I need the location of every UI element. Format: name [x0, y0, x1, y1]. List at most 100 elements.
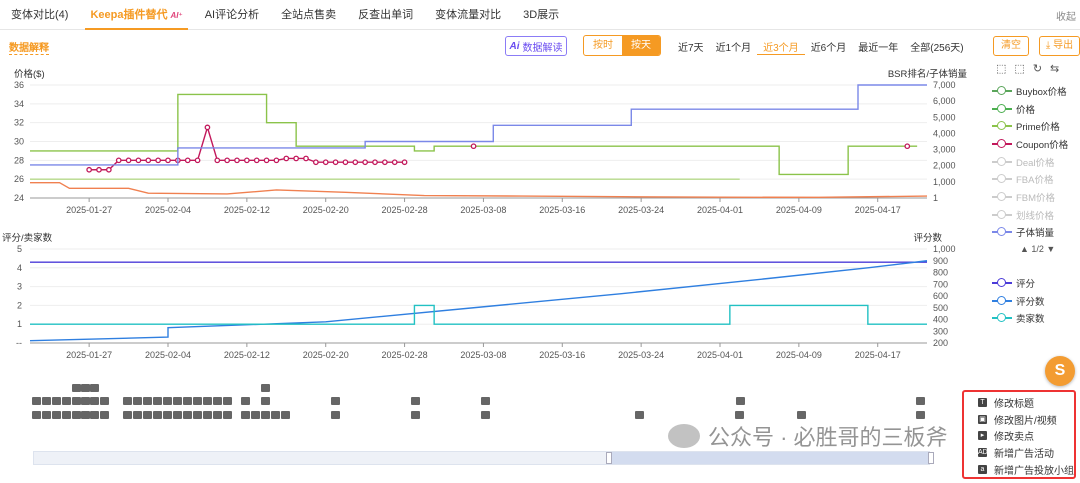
event-marker-icon[interactable]: [72, 411, 81, 419]
event-marker-icon[interactable]: [223, 397, 232, 405]
data-point[interactable]: [372, 159, 378, 166]
event-marker-icon[interactable]: [123, 397, 132, 405]
event-marker-icon[interactable]: [90, 397, 99, 405]
legend-item[interactable]: FBA价格: [992, 170, 1068, 188]
data-point[interactable]: [342, 159, 349, 166]
event-marker-icon[interactable]: [133, 397, 142, 405]
range-option[interactable]: 全部(256天): [904, 39, 969, 55]
event-marker-icon[interactable]: [241, 411, 250, 419]
data-point[interactable]: [106, 166, 112, 173]
granularity-option[interactable]: 按时: [584, 36, 622, 55]
event-marker-icon[interactable]: [193, 411, 202, 419]
event-marker-icon[interactable]: [635, 411, 644, 419]
event-marker-icon[interactable]: [203, 397, 212, 405]
event-marker-icon[interactable]: [271, 411, 280, 419]
data-point[interactable]: [165, 157, 171, 164]
event-type-item[interactable]: ▸ 修改卖点: [978, 428, 1074, 445]
event-marker-icon[interactable]: [52, 411, 61, 419]
legend-item[interactable]: Deal价格: [992, 153, 1068, 171]
event-marker-icon[interactable]: [261, 384, 270, 392]
event-marker-icon[interactable]: [100, 411, 109, 419]
event-marker-icon[interactable]: [32, 411, 41, 419]
crop-icon[interactable]: ⬚: [996, 62, 1006, 75]
event-marker-icon[interactable]: [153, 397, 162, 405]
data-point[interactable]: [234, 157, 240, 164]
event-marker-icon[interactable]: [90, 384, 99, 392]
event-marker-icon[interactable]: [411, 411, 420, 419]
event-marker-icon[interactable]: [163, 397, 172, 405]
range-option[interactable]: 最近一年: [852, 39, 904, 55]
event-marker-icon[interactable]: [100, 397, 109, 405]
event-marker-icon[interactable]: [213, 411, 222, 419]
time-scrollbar[interactable]: [33, 451, 934, 465]
event-marker-icon[interactable]: [72, 397, 81, 405]
legend-item[interactable]: 划线价格: [992, 206, 1068, 224]
data-point[interactable]: [86, 166, 92, 173]
event-marker-icon[interactable]: [163, 411, 172, 419]
scroll-handle-right[interactable]: [928, 452, 934, 464]
event-marker-icon[interactable]: [81, 397, 90, 405]
crop-icon[interactable]: ⬚: [1014, 62, 1024, 75]
legend-pager-text[interactable]: ▲ 1/2 ▼: [1020, 244, 1055, 254]
data-point[interactable]: [382, 159, 388, 166]
data-point[interactable]: [155, 157, 161, 164]
tab-2[interactable]: AI评论分析: [194, 0, 270, 30]
tab-4[interactable]: 反查出单词: [347, 0, 424, 30]
event-marker-icon[interactable]: [143, 411, 152, 419]
event-marker-icon[interactable]: [736, 397, 745, 405]
event-marker-icon[interactable]: [223, 411, 232, 419]
event-marker-icon[interactable]: [735, 411, 744, 419]
data-point[interactable]: [214, 157, 221, 164]
event-marker-icon[interactable]: [52, 397, 61, 405]
event-marker-icon[interactable]: [133, 411, 142, 419]
legend-item[interactable]: 卖家数: [992, 309, 1045, 327]
data-point[interactable]: [283, 155, 290, 162]
data-point[interactable]: [904, 143, 911, 150]
legend-item[interactable]: Prime价格: [992, 117, 1068, 135]
scroll-handle-left[interactable]: [606, 452, 612, 464]
event-marker-icon[interactable]: [261, 411, 270, 419]
tab-0[interactable]: 变体对比(4): [0, 0, 79, 30]
event-marker-icon[interactable]: [281, 411, 290, 419]
event-marker-icon[interactable]: [62, 397, 71, 405]
event-type-item[interactable]: T 修改标题: [978, 394, 1074, 411]
event-marker-icon[interactable]: [331, 397, 340, 405]
legend-item[interactable]: 评分数: [992, 292, 1045, 310]
event-marker-icon[interactable]: [143, 397, 152, 405]
data-point[interactable]: [362, 159, 368, 166]
event-marker-icon[interactable]: [213, 397, 222, 405]
floating-assistant-button[interactable]: S: [1045, 356, 1075, 386]
tab-5[interactable]: 变体流量对比: [424, 0, 512, 30]
event-marker-icon[interactable]: [193, 397, 202, 405]
data-point[interactable]: [184, 157, 191, 164]
clear-button[interactable]: 清空: [993, 36, 1029, 56]
event-marker-icon[interactable]: [32, 397, 41, 405]
data-point[interactable]: [352, 159, 359, 166]
event-marker-icon[interactable]: [241, 397, 250, 405]
event-marker-icon[interactable]: [183, 411, 192, 419]
data-point[interactable]: [273, 157, 280, 164]
data-point[interactable]: [332, 159, 339, 166]
tab-1[interactable]: Keepa插件替代 AI⁺: [79, 0, 193, 30]
event-marker-icon[interactable]: [42, 397, 51, 405]
data-explain-link[interactable]: 数据解释: [9, 39, 49, 55]
event-type-item[interactable]: AD 新增广告活动: [978, 444, 1074, 461]
range-option[interactable]: 近7天: [672, 39, 710, 55]
export-button[interactable]: ⤓ 导出: [1039, 36, 1080, 56]
tab-3[interactable]: 全站点售卖: [270, 0, 347, 30]
event-marker-icon[interactable]: [42, 411, 51, 419]
series-line[interactable]: [29, 260, 928, 342]
event-marker-icon[interactable]: [123, 411, 132, 419]
event-marker-icon[interactable]: [72, 384, 81, 392]
event-marker-icon[interactable]: [481, 397, 490, 405]
series-line[interactable]: [30, 181, 928, 199]
legend-item[interactable]: 子体销量: [992, 224, 1068, 242]
data-point[interactable]: [303, 155, 309, 162]
data-point[interactable]: [96, 166, 102, 173]
data-point[interactable]: [293, 155, 299, 162]
event-marker-icon[interactable]: [183, 397, 192, 405]
data-point[interactable]: [135, 157, 142, 164]
event-marker-icon[interactable]: [916, 397, 925, 405]
event-marker-icon[interactable]: [203, 411, 212, 419]
data-point[interactable]: [145, 157, 152, 164]
